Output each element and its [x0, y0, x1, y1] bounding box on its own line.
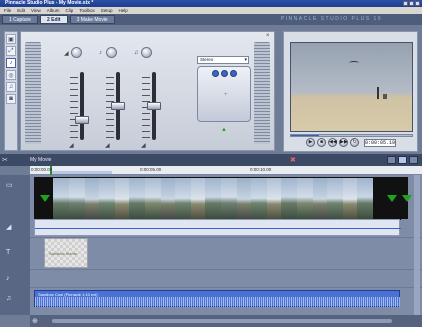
- transition-marker-icon[interactable]: [40, 195, 50, 202]
- video-preview: [290, 42, 413, 132]
- mute-icon[interactable]: ◢: [105, 142, 110, 149]
- scrubber-bar[interactable]: [290, 134, 413, 137]
- ruler-tick: 0:00:00.00: [31, 167, 53, 172]
- zoom-icon[interactable]: ⊕: [32, 317, 38, 325]
- surround-panner[interactable]: +: [197, 66, 251, 122]
- menu-toolbox[interactable]: Toolbox: [79, 7, 95, 14]
- window-title: Pinnacle Studio Plus - My Movie.stx *: [5, 0, 94, 6]
- timecode-display[interactable]: 0:00:05.19: [364, 139, 396, 147]
- speaker-grille-left: [25, 42, 41, 144]
- timeline-ruler[interactable]: 0:00:00.00 0:00:05.00 0:00:10.00: [30, 166, 422, 175]
- ruler-tick: 0:00:10.00: [250, 167, 272, 172]
- transition-marker-icon[interactable]: [387, 195, 397, 202]
- volume-line[interactable]: [35, 228, 401, 229]
- tower-shape: [383, 94, 387, 99]
- scissors-icon[interactable]: ✂: [2, 156, 8, 164]
- minimize-button[interactable]: [403, 1, 408, 6]
- transition-marker-icon[interactable]: [402, 195, 412, 202]
- audio-track-icon[interactable]: ◢: [6, 223, 11, 231]
- scroll-thumb[interactable]: [52, 319, 392, 323]
- balance-knob-video[interactable]: ◢: [64, 47, 82, 58]
- timeline-horizontal-scrollbar: ⊕: [30, 315, 422, 327]
- music-track-icon[interactable]: ♫: [6, 295, 11, 302]
- close-icon[interactable]: ×: [266, 33, 272, 39]
- menu-file[interactable]: File: [4, 7, 11, 14]
- menu-edit[interactable]: Edit: [17, 7, 25, 14]
- audio-tools-icon[interactable]: ♪: [6, 58, 16, 68]
- timeline-vertical-scrollbar[interactable]: [414, 175, 420, 315]
- balance-knobs: ◢ ♪ ♫: [64, 47, 152, 58]
- title-track-icon[interactable]: T: [6, 249, 10, 256]
- loop-icon[interactable]: ↻: [350, 138, 359, 147]
- timeline-view-icon[interactable]: [398, 156, 407, 164]
- volume-fader-music[interactable]: ◢: [139, 72, 169, 149]
- tab-make-movie[interactable]: 3 Make Movie: [69, 15, 115, 24]
- close-button[interactable]: [415, 1, 420, 6]
- chevron-down-icon: ▾: [244, 57, 247, 63]
- mute-icon[interactable]: ◢: [69, 142, 74, 149]
- brand-logo: PINNACLE STUDIO PLUS 10: [280, 16, 382, 22]
- post-shape: [377, 87, 379, 99]
- volume-fader-effects[interactable]: ◢: [103, 72, 133, 149]
- sound-effect-track-icon[interactable]: ♪: [6, 275, 10, 282]
- video-tools-icon[interactable]: ▣: [6, 34, 16, 44]
- menu-setup[interactable]: Setup: [101, 7, 113, 14]
- storyboard-view-icon[interactable]: [387, 156, 396, 164]
- menu-help[interactable]: Help: [119, 7, 128, 14]
- speaker-grille-right: [254, 42, 270, 144]
- rewind-icon[interactable]: ◀◀: [328, 138, 337, 147]
- trash-icon[interactable]: ✖: [290, 156, 296, 164]
- mute-icon[interactable]: ◢: [141, 142, 146, 149]
- surround-mode-value: Stereo: [200, 57, 214, 62]
- green-triangle-icon: ▲: [221, 127, 227, 133]
- voice-icon[interactable]: ◙: [6, 94, 16, 104]
- effects-icon[interactable]: ◎: [6, 70, 16, 80]
- video-clip[interactable]: [34, 177, 401, 220]
- stop-icon[interactable]: ■: [317, 138, 326, 147]
- track-headers: ▭ ◢ T ♪ ♫: [0, 175, 30, 315]
- balance-knob-effects[interactable]: ♪: [99, 47, 117, 58]
- transition-icon[interactable]: ⤢: [6, 46, 16, 56]
- menu-view[interactable]: View: [31, 7, 41, 14]
- left-channel-dot[interactable]: [212, 70, 219, 77]
- preview-player: ▶ ■ ◀◀ ▶▶ ↻ 0:00:05.19: [283, 31, 418, 152]
- fader-handle[interactable]: [111, 102, 125, 110]
- play-icon[interactable]: ▶: [306, 138, 315, 147]
- menu-bar: File Edit View Album Clip Toolbox Setup …: [0, 7, 422, 14]
- volume-fader-original[interactable]: ◢: [67, 72, 97, 149]
- title-clip-label: Sandbox theme: [49, 251, 78, 256]
- timeline-toolbar: ✂ My Movie ✖: [0, 154, 422, 166]
- fader-handle[interactable]: [75, 116, 89, 124]
- surround-mode-dropdown[interactable]: Stereo ▾: [197, 56, 249, 64]
- video-track-icon[interactable]: ▭: [6, 181, 13, 189]
- menu-clip[interactable]: Clip: [65, 7, 73, 14]
- tab-edit[interactable]: 2 Edit: [39, 15, 68, 24]
- crosshair-icon: +: [224, 92, 228, 98]
- transport-controls: ▶ ■ ◀◀ ▶▶ ↻: [306, 138, 359, 147]
- selection-range: [52, 171, 112, 174]
- project-title: My Movie: [30, 157, 52, 163]
- right-channel-dot[interactable]: [230, 70, 237, 77]
- music-icon[interactable]: ♫: [6, 82, 16, 92]
- forward-icon[interactable]: ▶▶: [339, 138, 348, 147]
- kite-shape: [349, 61, 359, 65]
- waveform: [35, 297, 401, 307]
- timeline-tracks: Sandbox theme Sandbox Cool (Pinnacle 1:1…: [30, 175, 422, 315]
- balance-knob-music[interactable]: ♫: [134, 47, 152, 58]
- audio-mixer-panel: × ◢ ♪ ♫ ◢ ◢ ◢ Stereo ▾ + ▲: [20, 31, 275, 151]
- menu-album[interactable]: Album: [47, 7, 60, 14]
- toolbox-strip: ▣ ⤢ ♪ ◎ ♫ ◙: [4, 31, 18, 151]
- window-title-bar: Pinnacle Studio Plus - My Movie.stx *: [0, 0, 422, 7]
- music-clip[interactable]: Sandbox Cool (Pinnacle 1:10 ext): [34, 290, 401, 307]
- original-audio-clip[interactable]: [34, 219, 401, 236]
- ruler-tick: 0:00:05.00: [140, 167, 162, 172]
- text-view-icon[interactable]: [409, 156, 418, 164]
- tab-capture[interactable]: 1 Capture: [2, 15, 38, 24]
- title-clip[interactable]: Sandbox theme: [44, 238, 88, 268]
- center-channel-dot[interactable]: [221, 70, 228, 77]
- fader-handle[interactable]: [147, 102, 161, 110]
- maximize-button[interactable]: [409, 1, 414, 6]
